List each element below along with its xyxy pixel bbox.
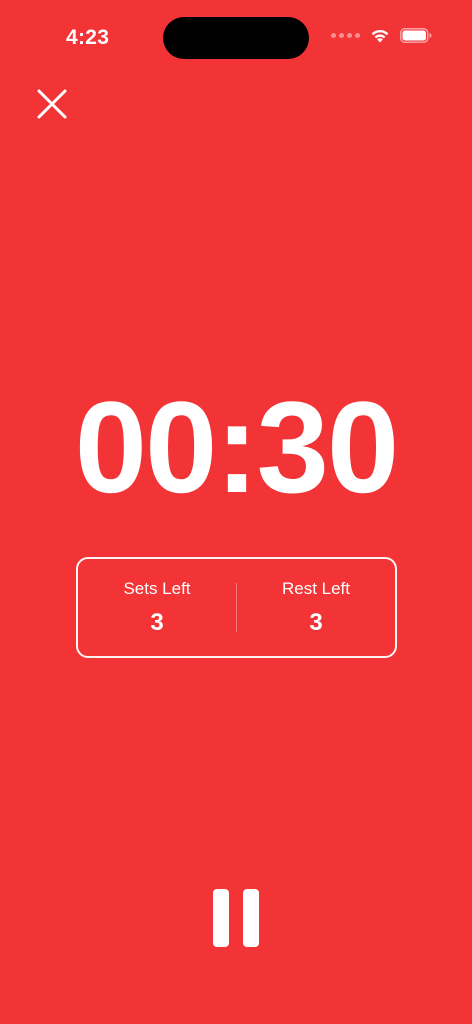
close-icon (37, 89, 67, 119)
cellular-signal-icon (331, 33, 360, 38)
pause-icon (243, 889, 259, 947)
workout-stats-panel: Sets Left 3 Rest Left 3 (76, 557, 397, 658)
wifi-icon (371, 29, 389, 43)
pause-icon (213, 889, 229, 947)
sets-left-stat: Sets Left 3 (78, 559, 236, 656)
countdown-timer: 00:30 (74, 374, 400, 520)
sets-left-value: 3 (150, 608, 164, 636)
rest-left-label: Rest Left (281, 578, 351, 598)
dynamic-island (163, 17, 309, 59)
status-time: 4:23 (66, 26, 110, 49)
status-bar: 4:23 (0, 0, 472, 70)
battery-icon (400, 28, 432, 43)
rest-left-value: 3 (309, 608, 323, 636)
pause-button[interactable] (206, 880, 266, 956)
close-button[interactable] (32, 84, 72, 124)
sets-left-label: Sets Left (123, 578, 191, 598)
status-indicators (331, 28, 432, 43)
rest-left-stat: Rest Left 3 (237, 559, 395, 656)
